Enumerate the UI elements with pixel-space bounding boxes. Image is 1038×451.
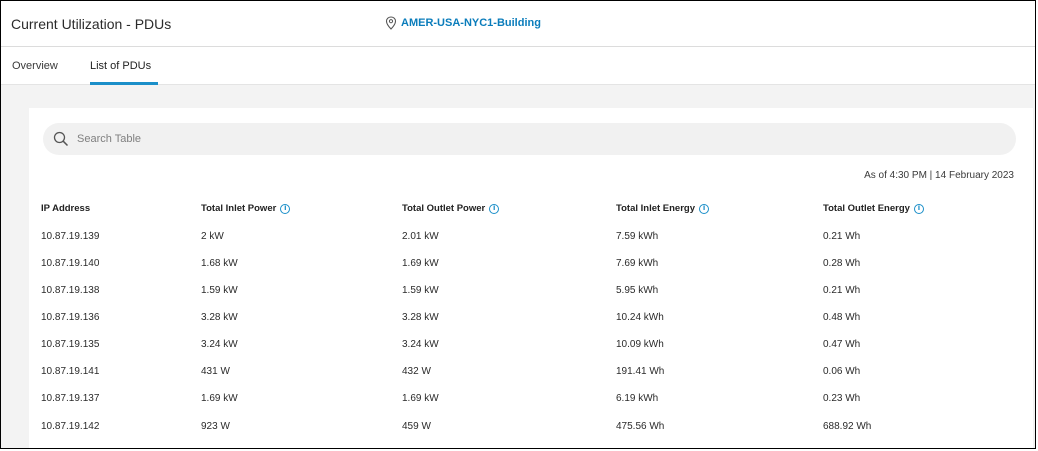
- info-icon[interactable]: [489, 203, 500, 214]
- cell-total-outlet-energy: 0.47 Wh: [823, 339, 861, 350]
- cell-total-outlet-energy: 0.21 Wh: [823, 285, 861, 296]
- cell-total-outlet-power: 1.59 kW: [402, 285, 439, 296]
- page-title: Current Utilization - PDUs: [11, 16, 172, 32]
- cell-total-inlet-energy: 6.19 kWh: [616, 393, 659, 404]
- cell-ip-address: 10.87.19.138: [41, 285, 100, 296]
- cell-ip-address: 10.87.19.141: [41, 366, 100, 377]
- table-row[interactable]: 10.87.19.141 431 W 432 W 191.41 Wh 0.06 …: [1, 366, 1035, 386]
- column-header-ip-address[interactable]: IP Address: [41, 203, 90, 214]
- info-icon[interactable]: [699, 203, 710, 214]
- cell-ip-address: 10.87.19.136: [41, 312, 100, 323]
- app-frame: Current Utilization - PDUs AMER-USA-NYC1…: [0, 0, 1036, 449]
- cell-total-outlet-energy: 0.28 Wh: [823, 258, 861, 269]
- cell-total-outlet-energy: 0.23 Wh: [823, 393, 861, 404]
- cell-total-inlet-power: 1.69 kW: [201, 393, 238, 404]
- cell-total-outlet-power: 432 W: [402, 366, 431, 377]
- cell-total-inlet-power: 431 W: [201, 366, 230, 377]
- column-header-label: Total Outlet Energy: [823, 203, 910, 214]
- tab-list-of-pdus[interactable]: List of PDUs: [90, 60, 151, 72]
- cell-total-outlet-energy: 0.48 Wh: [823, 312, 861, 323]
- table-row[interactable]: 10.87.19.139 2 kW 2.01 kW 7.59 kWh 0.21 …: [1, 231, 1035, 251]
- table-row[interactable]: 10.87.19.136 3.28 kW 3.28 kW 10.24 kWh 0…: [1, 312, 1035, 332]
- cell-total-outlet-energy: 0.21 Wh: [823, 231, 861, 242]
- location-name[interactable]: AMER-USA-NYC1-Building: [401, 17, 541, 29]
- cell-total-inlet-energy: 475.56 Wh: [616, 421, 665, 432]
- cell-total-inlet-energy: 7.59 kWh: [616, 231, 659, 242]
- table-row[interactable]: 10.87.19.142 923 W 459 W 475.56 Wh 688.9…: [1, 421, 1035, 441]
- cell-total-outlet-power: 459 W: [402, 421, 431, 432]
- cell-ip-address: 10.87.19.139: [41, 231, 100, 242]
- cell-total-inlet-power: 1.59 kW: [201, 285, 238, 296]
- cell-total-inlet-energy: 5.95 kWh: [616, 285, 659, 296]
- info-icon[interactable]: [913, 203, 924, 214]
- last-updated-timestamp: As of 4:30 PM | 14 February 2023: [864, 170, 1014, 181]
- cell-total-outlet-power: 3.24 kW: [402, 339, 439, 350]
- location-link[interactable]: AMER-USA-NYC1-Building: [385, 16, 541, 30]
- cell-total-inlet-power: 1.68 kW: [201, 258, 238, 269]
- tab-bar: Overview List of PDUs: [1, 47, 1035, 85]
- cell-total-outlet-energy: 688.92 Wh: [823, 421, 872, 432]
- cell-total-inlet-energy: 191.41 Wh: [616, 366, 665, 377]
- column-header-total-outlet-power[interactable]: Total Outlet Power: [402, 203, 500, 214]
- cell-total-inlet-power: 923 W: [201, 421, 230, 432]
- column-header-total-outlet-energy[interactable]: Total Outlet Energy: [823, 203, 924, 214]
- tab-overview[interactable]: Overview: [12, 60, 58, 72]
- column-header-total-inlet-power[interactable]: Total Inlet Power: [201, 203, 291, 214]
- cell-ip-address: 10.87.19.142: [41, 421, 100, 432]
- cell-ip-address: 10.87.19.140: [41, 258, 100, 269]
- cell-total-outlet-power: 1.69 kW: [402, 258, 439, 269]
- cell-ip-address: 10.87.19.137: [41, 393, 100, 404]
- cell-total-outlet-power: 1.69 kW: [402, 393, 439, 404]
- cell-ip-address: 10.87.19.135: [41, 339, 100, 350]
- table-row[interactable]: 10.87.19.135 3.24 kW 3.24 kW 10.09 kWh 0…: [1, 339, 1035, 359]
- cell-total-inlet-power: 2 kW: [201, 231, 224, 242]
- cell-total-inlet-energy: 10.09 kWh: [616, 339, 664, 350]
- column-header-label: IP Address: [41, 203, 91, 214]
- column-header-label: Total Inlet Power: [201, 203, 277, 214]
- cell-total-inlet-energy: 7.69 kWh: [616, 258, 659, 269]
- table-row[interactable]: 10.87.19.137 1.69 kW 1.69 kW 6.19 kWh 0.…: [1, 393, 1035, 413]
- search-icon: [53, 131, 69, 147]
- cell-total-inlet-energy: 10.24 kWh: [616, 312, 664, 323]
- cell-total-outlet-energy: 0.06 Wh: [823, 366, 861, 377]
- table-row[interactable]: 10.87.19.138 1.59 kW 1.59 kW 5.95 kWh 0.…: [1, 285, 1035, 305]
- cell-total-inlet-power: 3.28 kW: [201, 312, 238, 323]
- page-header: Current Utilization - PDUs AMER-USA-NYC1…: [1, 1, 1035, 47]
- search-input[interactable]: [75, 132, 979, 146]
- column-header-total-inlet-energy[interactable]: Total Inlet Energy: [616, 203, 710, 214]
- cell-total-outlet-power: 3.28 kW: [402, 312, 439, 323]
- location-pin-icon: [385, 16, 397, 30]
- column-header-label: Total Outlet Power: [402, 203, 486, 214]
- cell-total-outlet-power: 2.01 kW: [402, 231, 439, 242]
- search-bar[interactable]: [43, 123, 1016, 155]
- cell-total-inlet-power: 3.24 kW: [201, 339, 238, 350]
- column-header-label: Total Inlet Energy: [616, 203, 696, 214]
- info-icon[interactable]: [280, 203, 291, 214]
- table-row[interactable]: 10.87.19.140 1.68 kW 1.69 kW 7.69 kWh 0.…: [1, 258, 1035, 278]
